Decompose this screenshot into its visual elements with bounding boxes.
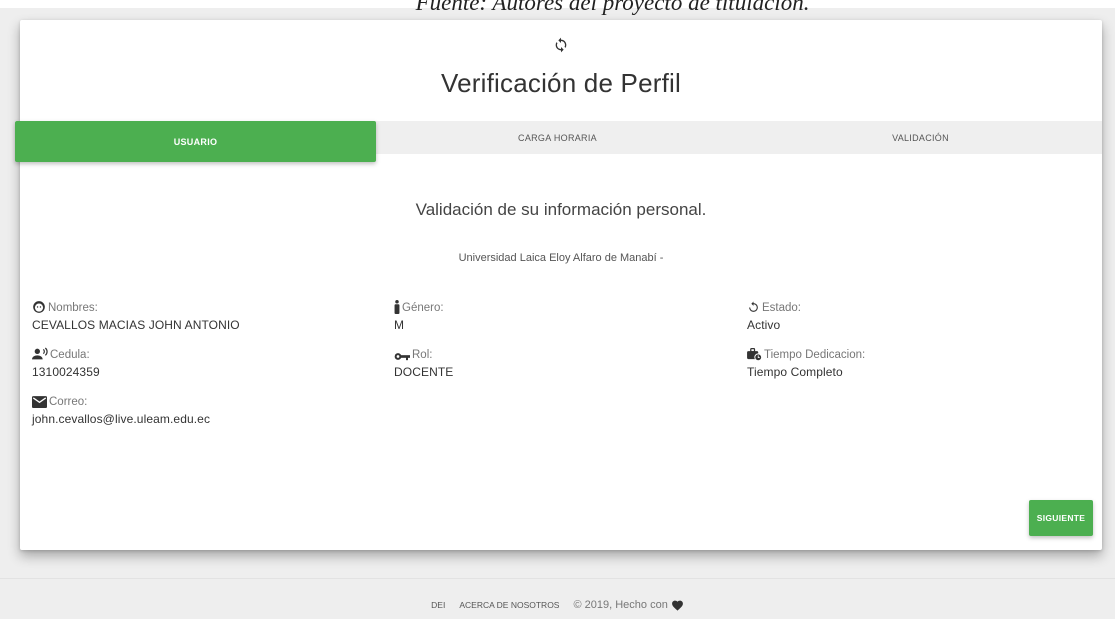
copyright: © 2019, Hecho con — [573, 599, 683, 611]
field-tiempo: Tiempo Dedicacion: Tiempo Completo — [747, 343, 865, 379]
nombres-label: Nombres: — [48, 302, 98, 314]
rol-label: Rol: — [412, 349, 433, 361]
footer-link-about[interactable]: ACERCA DE NOSOTROS — [459, 600, 559, 610]
tiempo-label: Tiempo Dedicacion: — [764, 349, 866, 361]
figure-caption: Fuente: Autores del proyecto de titulaci… — [415, 0, 810, 15]
tab-usuario[interactable]: USUARIO — [15, 121, 376, 162]
genero-label: Género: — [402, 302, 444, 314]
email-icon — [32, 396, 47, 408]
column-personal: Nombres: CEVALLOS MACIAS JOHN ANTONIO Ce… — [32, 296, 240, 437]
field-cedula: Cedula: 1310024359 — [32, 343, 240, 379]
tiempo-value: Tiempo Completo — [747, 365, 843, 379]
field-nombres: Nombres: CEVALLOS MACIAS JOHN ANTONIO — [32, 296, 240, 332]
field-genero: Género: M — [394, 296, 453, 332]
profile-card: Verificación de Perfil USUARIO CARGA HOR… — [15, 20, 1102, 550]
correo-value: john.cevallos@live.uleam.edu.ec — [32, 412, 211, 426]
refresh-icon — [553, 37, 569, 53]
work-time-icon — [747, 348, 762, 361]
column-status: Estado: Activo Tiempo Dedicacion: Tiempo… — [747, 296, 865, 390]
genero-value: M — [394, 318, 405, 332]
face-icon — [33, 301, 45, 313]
field-rol: Rol: DOCENTE — [394, 343, 453, 379]
footer: DEI ACERCA DE NOSOTROS © 2019, Hecho con — [0, 578, 1115, 619]
estado-value: Activo — [747, 318, 781, 332]
estado-label: Estado: — [762, 302, 801, 314]
page-title: Verificación de Perfil — [441, 68, 681, 98]
refresh-icon — [749, 301, 758, 312]
correo-label: Correo: — [49, 396, 88, 408]
next-button[interactable]: SIGUIENTE — [1029, 500, 1093, 536]
key-icon — [394, 353, 410, 361]
section-subtitle: Validación de su información personal. — [415, 200, 707, 219]
person-icon — [394, 300, 400, 314]
nombres-value: CEVALLOS MACIAS JOHN ANTONIO — [32, 318, 240, 332]
rol-value: DOCENTE — [394, 365, 454, 379]
tab-carga-horaria[interactable]: CARGA HORARIA — [376, 121, 739, 154]
field-correo: Correo: john.cevallos@live.uleam.edu.ec — [32, 390, 240, 426]
copyright-text: © 2019, Hecho con — [573, 599, 668, 611]
cedula-label: Cedula: — [50, 349, 90, 361]
institution-name: Universidad Laica Eloy Alfaro de Manabí … — [458, 252, 664, 264]
cedula-value: 1310024359 — [32, 365, 100, 379]
recent-actors-icon — [32, 347, 48, 360]
column-role: Género: M Rol: DOCENTE — [394, 296, 453, 390]
wizard-tabs: USUARIO CARGA HORARIA VALIDACIÓN — [15, 121, 1102, 162]
card-header: Verificación de Perfil — [20, 20, 1102, 121]
footer-link-dei[interactable]: DEI — [431, 600, 445, 610]
heart-icon — [671, 600, 683, 611]
tab-validacion[interactable]: VALIDACIÓN — [739, 121, 1102, 154]
field-estado: Estado: Activo — [747, 296, 865, 332]
